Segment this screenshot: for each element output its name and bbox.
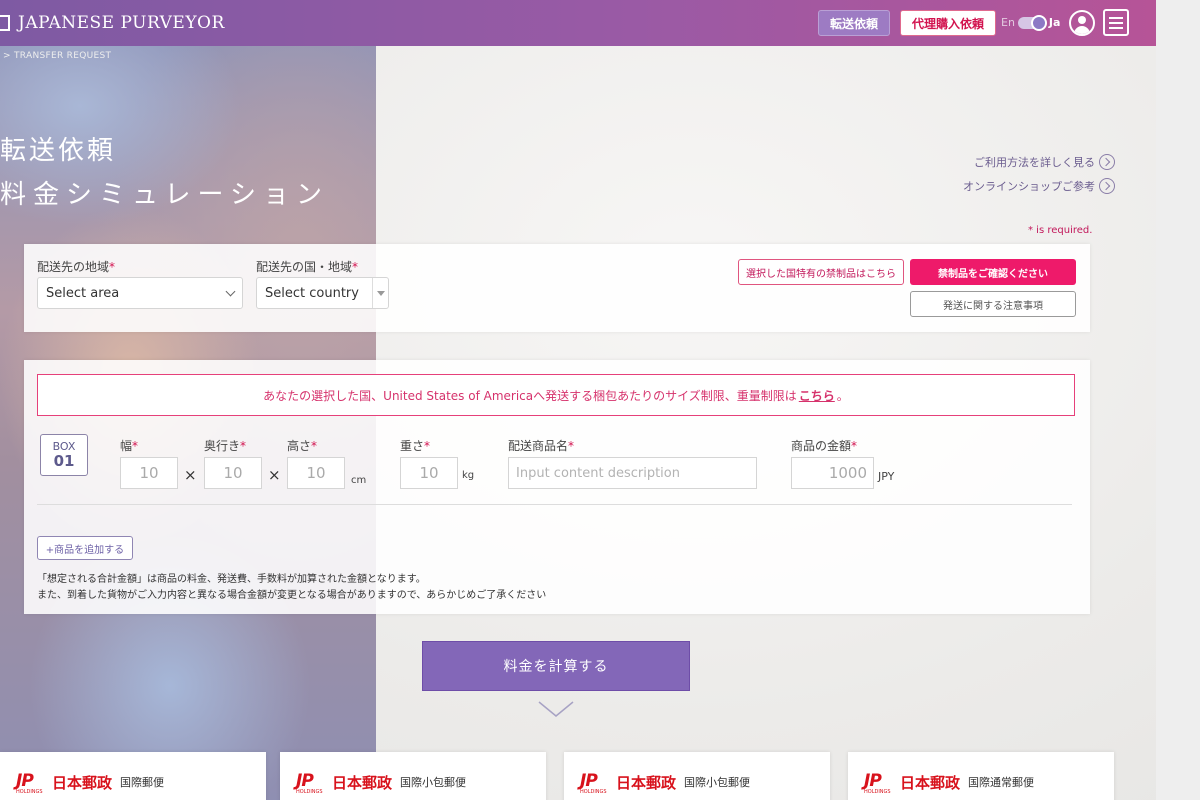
language-toggle[interactable]	[1017, 14, 1047, 31]
carrier-brand: 日本郵政	[52, 773, 113, 792]
shop-link[interactable]: オンラインショップご参考	[963, 174, 1115, 198]
price-change-note: また、到着した貨物がご入力内容と異なる場合金額が変更となる場合がありますので、あ…	[37, 590, 547, 601]
value-label: 商品の金額*	[791, 439, 858, 453]
weight-label: 重さ*	[400, 439, 431, 453]
width-input[interactable]: 10	[120, 457, 178, 489]
width-label: 幅*	[120, 439, 139, 453]
carrier-service: 国際郵便	[120, 776, 165, 789]
box-number-badge: BOX 01	[40, 434, 88, 476]
logo-mark-icon	[0, 15, 10, 31]
check-prohibited-button[interactable]: 禁制品をご確認ください	[910, 259, 1076, 285]
shipping-notes-button[interactable]: 発送に関する注意事項	[910, 291, 1076, 317]
destination-panel: 配送先の地域* Select area 配送先の国・地域* Select cou…	[24, 244, 1090, 332]
required-note: * is required.	[1028, 225, 1093, 236]
language-switch[interactable]: En Ja	[1001, 14, 1061, 31]
toggle-knob	[1030, 14, 1047, 31]
carrier-brand: 日本郵政	[332, 773, 393, 792]
unit-kg: kg	[462, 470, 475, 481]
carrier-card[interactable]: JP HOLDINGS 日本郵政 国際通常郵便	[848, 752, 1114, 800]
breadcrumb[interactable]: > TRANSFER REQUEST	[3, 51, 111, 61]
arrow-circle-icon[interactable]	[1099, 154, 1115, 170]
unit-cm: cm	[351, 475, 367, 486]
japan-post-logo-icon: JP HOLDINGS	[864, 771, 891, 795]
depth-label: 奥行き*	[204, 439, 247, 453]
country-label: 配送先の国・地域*	[256, 260, 359, 274]
carrier-brand: 日本郵政	[616, 773, 677, 792]
proxy-purchase-button[interactable]: 代理購入依頼	[900, 10, 996, 36]
carrier-card[interactable]: JP HOLDINGS 日本郵政 国際小包郵便	[280, 752, 546, 800]
times-symbol: ×	[184, 466, 197, 484]
size-limit-link[interactable]: こちら	[799, 387, 835, 404]
content-label: 配送商品名*	[508, 439, 575, 453]
depth-input[interactable]: 10	[204, 457, 262, 489]
lang-ja-label[interactable]: Ja	[1049, 16, 1061, 29]
arrow-circle-icon[interactable]	[1099, 178, 1115, 194]
chevron-down-icon	[538, 701, 574, 717]
height-input[interactable]: 10	[287, 457, 345, 489]
chevron-down-icon	[225, 286, 236, 297]
howto-link[interactable]: ご利用方法を詳しく見る	[963, 150, 1115, 174]
carrier-brand: 日本郵政	[900, 773, 961, 792]
carrier-service: 国際小包郵便	[684, 776, 751, 789]
select-triangle-icon	[372, 278, 388, 308]
japan-post-logo-icon: JP HOLDINGS	[296, 771, 323, 795]
size-limit-notice: あなたの選択した国、United States of Americaへ発送する梱…	[37, 374, 1075, 416]
menu-icon[interactable]	[1103, 9, 1129, 36]
help-links: ご利用方法を詳しく見る オンラインショップご参考	[963, 150, 1115, 198]
top-header: JAPANESE PURVEYOR 転送依頼 代理購入依頼 En Ja	[0, 0, 1156, 46]
weight-input[interactable]: 10	[400, 457, 458, 489]
carrier-card[interactable]: JP HOLDINGS 日本郵政 国際郵便	[0, 752, 266, 800]
total-note: 「想定される合計金額」は商品の料金、発送費、手数料が加算された金額となります。	[37, 574, 426, 585]
divider	[37, 504, 1072, 505]
lang-en-label[interactable]: En	[1001, 16, 1015, 29]
avatar-icon[interactable]	[1069, 10, 1095, 36]
country-select[interactable]: Select country	[256, 277, 389, 309]
country-prohibited-button[interactable]: 選択した国特有の禁制品はこちら	[738, 259, 904, 285]
site-logo[interactable]: JAPANESE PURVEYOR	[0, 13, 225, 33]
content-description-input[interactable]: Input content description	[508, 457, 757, 489]
times-symbol: ×	[268, 466, 281, 484]
page-subtitle: 料金シミュレーション	[0, 180, 329, 210]
height-label: 高さ*	[287, 439, 318, 453]
area-select[interactable]: Select area	[37, 277, 243, 309]
box-panel: あなたの選択した国、United States of Americaへ発送する梱…	[24, 360, 1090, 614]
item-value-input[interactable]: 1000	[791, 457, 874, 489]
japan-post-logo-icon: JP HOLDINGS	[16, 771, 43, 795]
carrier-service: 国際通常郵便	[968, 776, 1035, 789]
carrier-card[interactable]: JP HOLDINGS 日本郵政 国際小包郵便	[564, 752, 830, 800]
calculate-button[interactable]: 料金を計算する	[422, 641, 690, 691]
japan-post-logo-icon: JP HOLDINGS	[580, 771, 607, 795]
transfer-request-button[interactable]: 転送依頼	[818, 10, 890, 36]
unit-jpy: JPY	[878, 470, 895, 483]
page-title: 転送依頼	[0, 136, 117, 166]
carrier-service: 国際小包郵便	[400, 776, 467, 789]
logo-text: JAPANESE PURVEYOR	[18, 13, 225, 33]
add-item-button[interactable]: +商品を追加する	[37, 536, 133, 560]
area-label: 配送先の地域*	[37, 260, 116, 274]
scroll-gutter	[1156, 0, 1200, 800]
